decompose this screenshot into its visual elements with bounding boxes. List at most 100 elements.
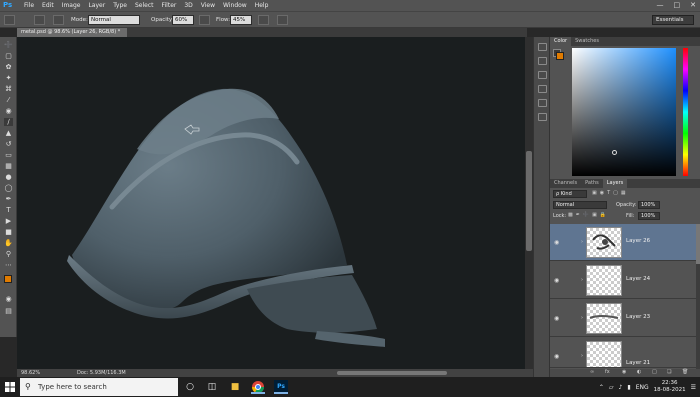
menu-edit[interactable]: Edit	[42, 0, 54, 11]
adjustments-panel-icon[interactable]	[538, 113, 547, 121]
layers-scrollbar[interactable]	[696, 224, 700, 374]
foreground-color-swatch[interactable]	[4, 275, 12, 283]
clone-stamp-tool-icon[interactable]: ▲	[4, 129, 13, 137]
photoshop-taskbar-icon[interactable]: Ps	[274, 380, 288, 394]
visibility-eye-icon[interactable]: ◉	[554, 239, 559, 246]
screen-mode-icon[interactable]: ▤	[4, 307, 13, 315]
flow-input[interactable]: 45%	[230, 15, 252, 25]
airbrush-icon[interactable]	[258, 15, 269, 25]
new-group-icon[interactable]: □	[652, 369, 657, 375]
eraser-tool-icon[interactable]: ▭	[4, 151, 13, 159]
quick-mask-icon[interactable]: ◉	[4, 295, 13, 303]
show-hidden-icons-icon[interactable]: ⌃	[599, 384, 604, 391]
task-view-icon[interactable]: ◫	[205, 380, 219, 394]
type-tool-icon[interactable]: T	[4, 206, 13, 214]
character-panel-icon[interactable]	[538, 43, 547, 51]
link-layers-icon[interactable]: ∞	[590, 369, 594, 375]
tab-paths[interactable]: Paths	[581, 179, 603, 188]
battery-icon[interactable]: ▮	[627, 384, 630, 391]
menu-type[interactable]: Type	[113, 0, 127, 11]
language-indicator[interactable]: ENG	[636, 384, 649, 391]
brush-panel-toggle-icon[interactable]	[53, 15, 64, 25]
opacity-input[interactable]: 60%	[172, 15, 194, 25]
menu-filter[interactable]: Filter	[162, 0, 177, 11]
layer-name[interactable]: Layer 23	[626, 314, 650, 320]
layer-filter-kind-select[interactable]: ρ Kind	[553, 190, 587, 198]
tab-color[interactable]: Color	[550, 37, 572, 46]
menu-file[interactable]: File	[24, 0, 34, 11]
visibility-eye-icon[interactable]: ◉	[554, 277, 559, 284]
adjustment-layer-icon[interactable]: ◐	[637, 369, 641, 375]
pressure-size-icon[interactable]	[277, 15, 288, 25]
mode-select[interactable]: Normal	[88, 15, 140, 25]
panel-foreground-swatch[interactable]	[556, 52, 564, 60]
tab-swatches[interactable]: Swatches	[571, 37, 603, 46]
history-brush-tool-icon[interactable]: ↺	[4, 140, 13, 148]
close-icon[interactable]: ✕	[690, 0, 696, 11]
actions-panel-icon[interactable]	[538, 85, 547, 93]
document-canvas[interactable]	[17, 37, 525, 369]
menu-3d[interactable]: 3D	[184, 0, 192, 11]
move-tool-icon[interactable]: ➕	[4, 41, 13, 49]
color-picker-field[interactable]	[572, 48, 676, 176]
network-icon[interactable]: ▱	[609, 384, 614, 391]
canvas-horizontal-scroll-thumb[interactable]	[337, 371, 447, 375]
marquee-tool-icon[interactable]: ▢	[4, 52, 13, 60]
layer-name[interactable]: Layer 26	[626, 238, 650, 244]
visibility-eye-icon[interactable]: ◉	[554, 353, 559, 360]
paragraph-panel-icon[interactable]	[538, 57, 547, 65]
dodge-tool-icon[interactable]: ◯	[4, 184, 13, 192]
layer-filter-icons[interactable]: ▣◉T▢▦	[592, 190, 652, 198]
layer-style-icon[interactable]: fx	[605, 369, 610, 375]
visibility-eye-icon[interactable]: ◉	[554, 315, 559, 322]
layer-opacity-input[interactable]: 100%	[638, 201, 660, 209]
canvas-scroll-thumb[interactable]	[526, 151, 532, 251]
pressure-opacity-icon[interactable]	[199, 15, 210, 25]
brush-size-picker-icon[interactable]	[34, 15, 45, 25]
healing-brush-tool-icon[interactable]: ◉	[4, 107, 13, 115]
clock[interactable]: 22:36 18-08-2021	[654, 380, 686, 394]
history-panel-icon[interactable]	[538, 71, 547, 79]
tab-layers[interactable]: Layers	[602, 179, 628, 188]
maximize-icon[interactable]: □	[674, 0, 681, 11]
document-tab[interactable]: metal.psd @ 98.6% (Layer 26, RGB/8) *	[17, 28, 127, 37]
taskbar-search-box[interactable]: ⚲ Type here to search	[20, 378, 178, 396]
start-button[interactable]	[0, 377, 20, 397]
cortana-icon[interactable]: ○	[183, 380, 197, 394]
hand-tool-icon[interactable]: ✋	[4, 239, 13, 247]
delete-layer-icon[interactable]: 🗑	[682, 369, 688, 375]
blur-tool-icon[interactable]: ●	[4, 173, 13, 181]
zoom-tool-icon[interactable]: ⚲	[4, 250, 13, 258]
brush-tool-icon[interactable]: ∕	[4, 118, 13, 126]
edit-toolbar-icon[interactable]: ⋯	[4, 261, 13, 269]
fill-input[interactable]: 100%	[638, 212, 660, 220]
new-layer-icon[interactable]: ❏	[667, 369, 671, 375]
pen-tool-icon[interactable]: ✒	[4, 195, 13, 203]
eyedropper-tool-icon[interactable]: ⁄	[4, 96, 13, 104]
file-explorer-icon[interactable]: ■	[228, 380, 242, 394]
zoom-level[interactable]: 98.62%	[21, 369, 40, 377]
layer-name[interactable]: Layer 21	[626, 360, 650, 366]
layer-row[interactable]: ◉ › Layer 26	[550, 224, 696, 261]
menu-view[interactable]: View	[201, 0, 215, 11]
canvas-vertical-scrollbar[interactable]	[525, 37, 533, 369]
menu-help[interactable]: Help	[255, 0, 269, 11]
menu-layer[interactable]: Layer	[88, 0, 105, 11]
color-picker-cursor[interactable]	[612, 150, 617, 155]
tab-channels[interactable]: Channels	[550, 179, 581, 188]
layer-row[interactable]: ◉ › Layer 23	[550, 300, 696, 337]
layer-row[interactable]: ◉ › Layer 21	[550, 338, 696, 368]
volume-icon[interactable]: ♪	[619, 384, 623, 391]
notifications-icon[interactable]: ☰	[691, 384, 696, 391]
minimize-icon[interactable]: —	[657, 0, 664, 11]
hue-slider[interactable]	[683, 48, 688, 176]
lock-icons[interactable]: ▩✒➕▣🔒	[568, 212, 609, 218]
quick-select-tool-icon[interactable]: ✦	[4, 74, 13, 82]
lasso-tool-icon[interactable]: ✿	[4, 63, 13, 71]
add-mask-icon[interactable]: ◉	[622, 369, 626, 375]
path-select-tool-icon[interactable]: ▶	[4, 217, 13, 225]
properties-panel-icon[interactable]	[538, 99, 547, 107]
chrome-icon[interactable]	[251, 380, 265, 394]
menu-image[interactable]: Image	[62, 0, 81, 11]
layers-scroll-thumb[interactable]	[696, 224, 700, 264]
